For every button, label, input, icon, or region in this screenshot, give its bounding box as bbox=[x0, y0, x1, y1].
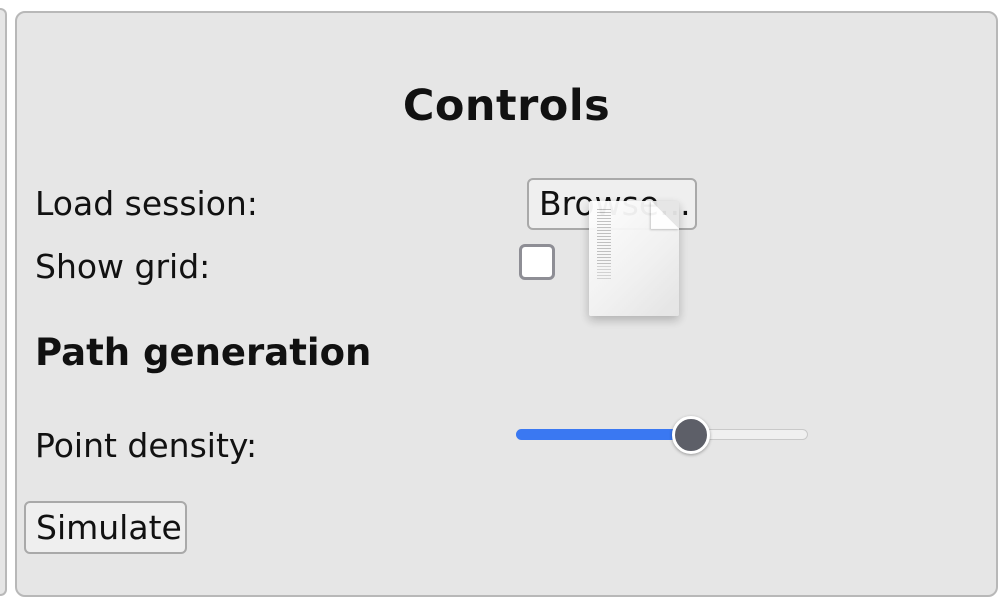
panel-title: Controls bbox=[402, 81, 611, 131]
slider-thumb[interactable] bbox=[672, 416, 711, 454]
simulate-button[interactable]: Simulate bbox=[24, 501, 187, 554]
point-density-label: Point density: bbox=[35, 426, 258, 465]
point-density-slider[interactable] bbox=[514, 413, 810, 457]
show-grid-label: Show grid: bbox=[35, 247, 211, 286]
slider-fill bbox=[516, 429, 692, 440]
document-icon bbox=[589, 201, 679, 316]
adjacent-panel-edge bbox=[0, 8, 7, 596]
load-session-label: Load session: bbox=[35, 184, 258, 223]
section-title-path-generation: Path generation bbox=[35, 331, 372, 374]
show-grid-checkbox[interactable] bbox=[519, 244, 555, 280]
controls-panel: Controls Load session: Browse... Show gr… bbox=[15, 11, 998, 597]
